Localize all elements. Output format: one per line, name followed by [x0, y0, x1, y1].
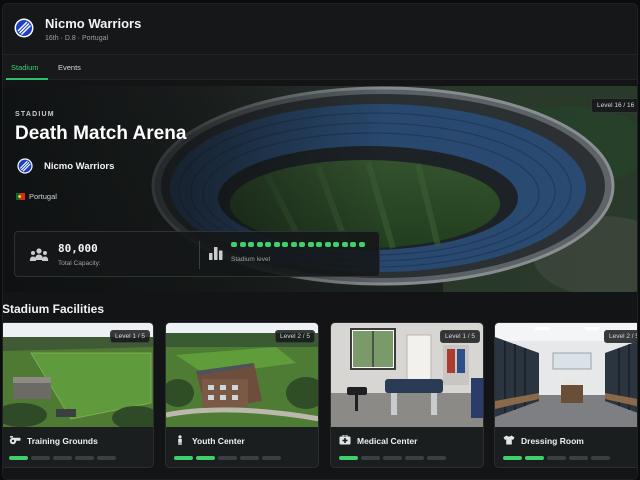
facility-level-segment: [53, 456, 72, 460]
level-chart-icon: [209, 247, 223, 260]
facility-level-badge: Level 1 / 5: [110, 330, 150, 343]
club-meta: 16th · D.8 · Portugal: [45, 35, 109, 42]
facility-level-bars: [9, 456, 119, 461]
stadium-name: Death Match Arena: [15, 123, 187, 144]
facility-level-segment: [196, 456, 215, 460]
stadium-level-segment: [307, 242, 314, 247]
facility-level-segment: [427, 456, 446, 460]
facility-name: Training Grounds: [27, 436, 98, 446]
facility-level-segment: [569, 456, 588, 460]
facility-level-segment: [75, 456, 94, 460]
facility-card-medical-center[interactable]: Level 1 / 5 Medical Center: [330, 322, 484, 468]
active-tab-indicator: [6, 78, 48, 80]
facility-name: Medical Center: [357, 436, 418, 446]
facility-level-segment: [405, 456, 424, 460]
shirt-icon: [503, 435, 515, 445]
whistle-icon: [9, 436, 21, 445]
facility-level-segment: [591, 456, 610, 460]
stadium-hero: Level 16 / 16 STADIUM Death Match Arena …: [3, 86, 637, 292]
stats-divider: [199, 241, 200, 269]
facility-level-segment: [9, 456, 28, 460]
stadium-level-segment: [265, 242, 271, 247]
facility-level-badge: Level 2 / 5: [275, 330, 315, 343]
stadium-level-segment: [282, 242, 288, 247]
facility-level-segment: [547, 456, 566, 460]
capacity-label: Total Capacity:: [58, 260, 101, 267]
club-header: Nicmo Warriors 16th · D.8 · Portugal: [3, 4, 637, 54]
facility-level-bars: [174, 456, 284, 461]
club-name: Nicmo Warriors: [45, 16, 142, 31]
club-logo-icon: [14, 18, 34, 38]
stadium-level-segment: [341, 242, 348, 247]
facility-name: Dressing Room: [521, 436, 584, 446]
app-window: Nicmo Warriors 16th · D.8 · Portugal Sta…: [2, 3, 638, 480]
facility-level-segment: [240, 456, 259, 460]
stadium-level-segment: [290, 242, 297, 247]
stadium-level-segment: [299, 242, 305, 247]
stadium-level-segment: [256, 242, 263, 247]
facility-level-segment: [262, 456, 281, 460]
facility-level-bars: [503, 456, 613, 461]
tab-events[interactable]: Events: [58, 63, 81, 72]
facility-name: Youth Center: [192, 436, 245, 446]
tab-stadium[interactable]: Stadium: [11, 63, 39, 72]
facility-level-segment: [339, 456, 358, 460]
facility-level-segment: [383, 456, 402, 460]
facility-level-badge: Level 2 / 5: [604, 330, 637, 343]
tab-bar: Stadium Events: [3, 54, 637, 80]
stadium-country: Portugal: [29, 192, 57, 201]
facility-card-dressing-room[interactable]: Level 2 / 5 Dressing Room: [494, 322, 637, 468]
stadium-level-segment: [324, 242, 331, 247]
stadium-level-segment: [239, 242, 246, 247]
portugal-flag-icon: [16, 193, 25, 200]
medkit-icon: [339, 435, 351, 445]
facility-level-segment: [174, 456, 193, 460]
facility-level-segment: [525, 456, 544, 460]
stadium-level-label: Stadium level: [231, 256, 271, 263]
facility-level-segment: [218, 456, 237, 460]
crowd-icon: [29, 248, 49, 261]
facilities-section-title: Stadium Facilities: [2, 302, 105, 316]
facility-level-segment: [97, 456, 116, 460]
facility-card-training-grounds[interactable]: Level 1 / 5 Training Grounds: [3, 322, 154, 468]
person-icon: [178, 435, 182, 445]
stadium-level-progress: [231, 242, 381, 248]
stadium-level-segment: [333, 242, 339, 247]
hero-kicker: STADIUM: [15, 111, 55, 118]
stadium-level-badge: Level 16 / 16: [591, 98, 637, 113]
stadium-level-segment: [273, 242, 280, 247]
facility-level-segment: [503, 456, 522, 460]
facility-card-youth-center[interactable]: Level 2 / 5 Youth Center: [165, 322, 319, 468]
stadium-level-segment: [358, 242, 365, 247]
owner-club-logo-icon: [17, 158, 33, 174]
owner-club-name[interactable]: Nicmo Warriors: [44, 161, 114, 172]
facility-level-bars: [339, 456, 449, 461]
facility-level-badge: Level 1 / 5: [440, 330, 480, 343]
stadium-level-segment: [248, 242, 254, 247]
stadium-level-segment: [350, 242, 356, 247]
capacity-value: 80,000: [58, 242, 98, 255]
stadium-stats-panel: 80,000 Total Capacity: Stadium level: [14, 231, 380, 277]
facility-level-segment: [361, 456, 380, 460]
facility-level-segment: [31, 456, 50, 460]
stadium-level-segment: [316, 242, 322, 247]
stadium-level-segment: [231, 242, 237, 247]
